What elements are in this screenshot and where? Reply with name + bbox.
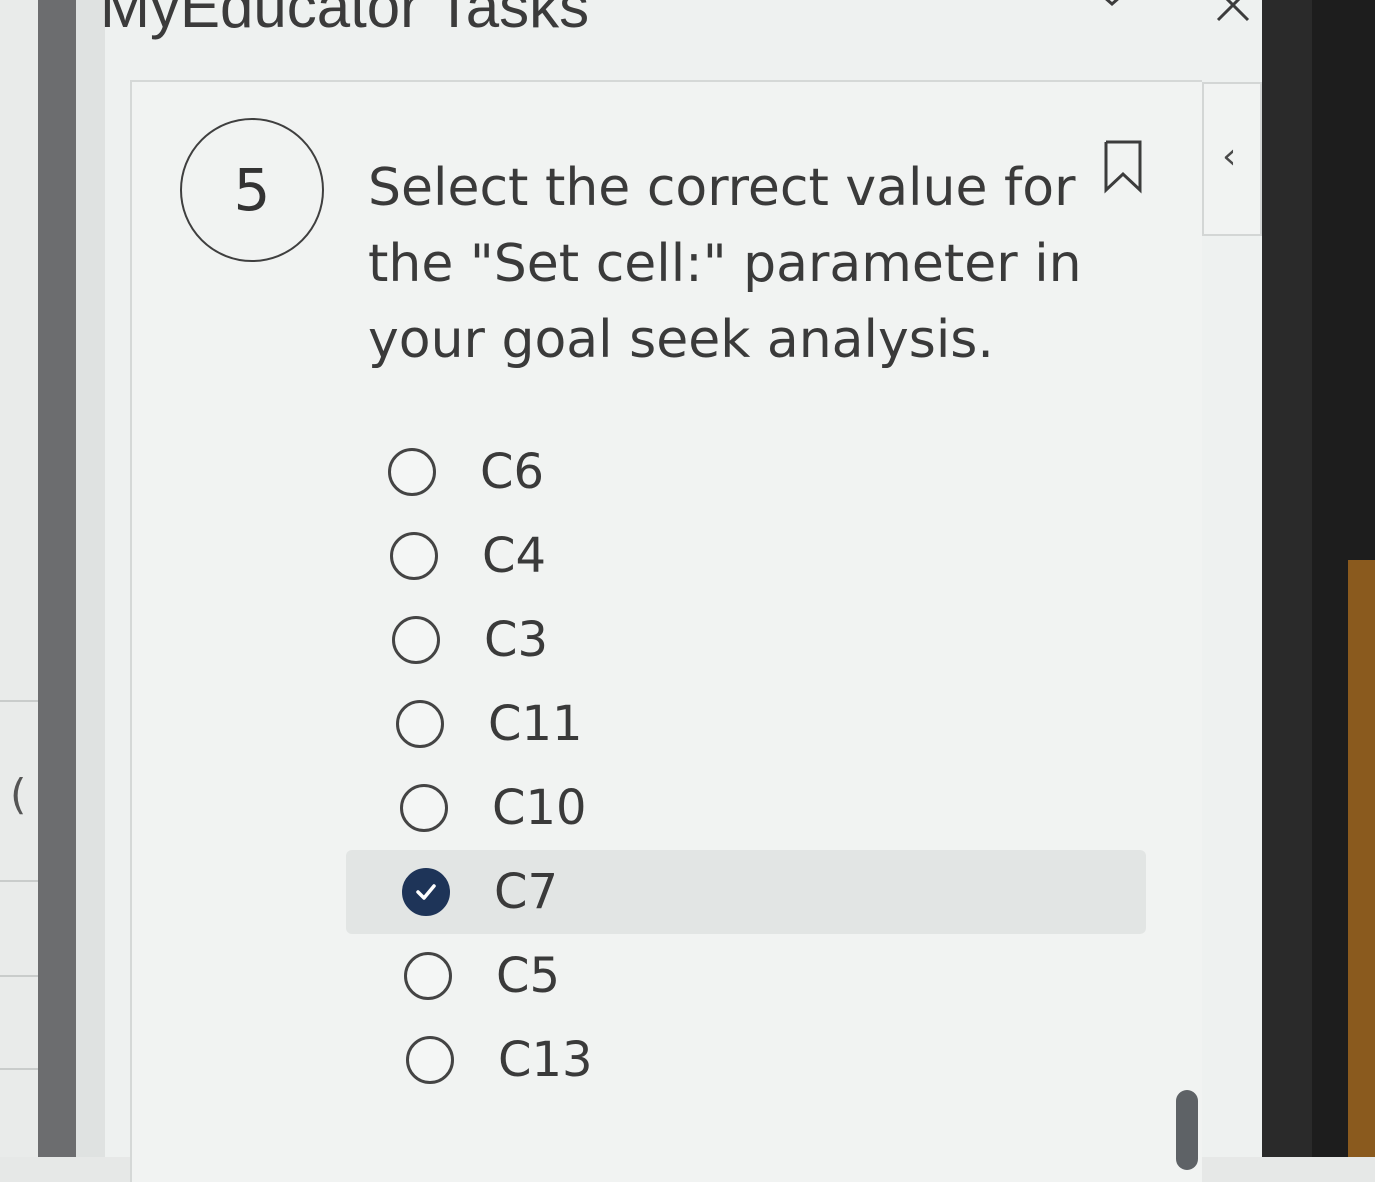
- bookmark-icon[interactable]: [1100, 138, 1146, 196]
- left-divider: [0, 700, 38, 702]
- collapse-panel-button[interactable]: ‹: [1202, 82, 1262, 236]
- answer-option-label: C6: [480, 444, 545, 500]
- chevron-left-icon: ‹: [1222, 136, 1237, 177]
- answer-option-label: C5: [496, 948, 561, 1004]
- answer-option-label: C13: [498, 1032, 593, 1088]
- background-surface: [1348, 560, 1375, 1157]
- answer-option[interactable]: C5: [346, 934, 1146, 1018]
- answer-option[interactable]: C3: [346, 598, 1146, 682]
- radio-button[interactable]: [392, 616, 440, 664]
- answer-option[interactable]: C10: [346, 766, 1146, 850]
- radio-button[interactable]: [400, 784, 448, 832]
- left-edge-panel: [0, 0, 38, 1157]
- left-panel-glyph: (: [10, 770, 27, 819]
- screen: ( MyEducator Tasks ‹ 5 Select the correc…: [0, 0, 1375, 1182]
- left-divider: [0, 880, 38, 882]
- answer-option-label: C7: [494, 864, 559, 920]
- left-divider: [0, 1068, 38, 1070]
- radio-button[interactable]: [390, 532, 438, 580]
- answer-option[interactable]: C4: [346, 514, 1146, 598]
- answer-option-label: C3: [484, 612, 549, 668]
- radio-button[interactable]: [396, 700, 444, 748]
- answer-option-label: C10: [492, 780, 587, 836]
- answer-option-label: C4: [482, 528, 547, 584]
- close-icon[interactable]: [1212, 0, 1254, 28]
- panel-title: MyEducator Tasks: [100, 0, 590, 40]
- chevron-down-icon[interactable]: [1092, 0, 1132, 20]
- left-panel-border: [38, 0, 76, 1157]
- radio-button-checked[interactable]: [402, 868, 450, 916]
- radio-button[interactable]: [388, 448, 436, 496]
- answer-options: C6 C4 C3 C11 C10 C7 C5 C13: [346, 430, 1146, 1102]
- answer-option-selected[interactable]: C7: [346, 850, 1146, 934]
- device-bezel-inner: [1262, 0, 1312, 1157]
- answer-option[interactable]: C13: [346, 1018, 1146, 1102]
- answer-option-label: C11: [488, 696, 583, 752]
- checkmark-icon: [416, 884, 436, 900]
- question-text: Select the correct value for the "Set ce…: [368, 158, 1082, 370]
- answer-option[interactable]: C11: [346, 682, 1146, 766]
- radio-button[interactable]: [404, 952, 452, 1000]
- radio-button[interactable]: [406, 1036, 454, 1084]
- question-number: 5: [180, 118, 324, 262]
- left-divider: [0, 975, 38, 977]
- scrollbar-thumb[interactable]: [1176, 1090, 1198, 1170]
- answer-option[interactable]: C6: [346, 430, 1146, 514]
